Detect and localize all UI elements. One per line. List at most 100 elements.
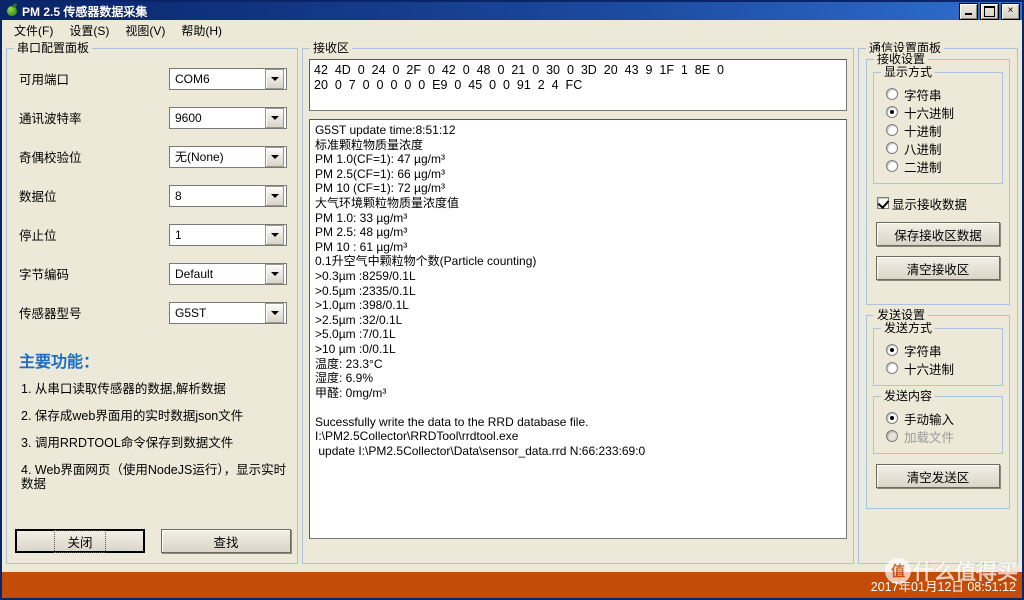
config-row-baudrate: 通讯波特率 9600 <box>15 98 289 137</box>
app-window: PM 2.5 传感器数据采集 × 文件(F) 设置(S) 视图(V) 帮助(H)… <box>0 0 1024 600</box>
radio-display-octal-label: 八进制 <box>904 142 942 157</box>
select-stop-bits[interactable]: 1 <box>169 223 287 246</box>
config-row-stopbits: 停止位 1 <box>15 215 289 254</box>
select-sensor-model[interactable]: G5ST <box>169 301 287 324</box>
menu-help[interactable]: 帮助(H) <box>173 20 230 41</box>
select-byte-encoding-value: Default <box>175 266 214 281</box>
send-mode-legend: 发送方式 <box>881 321 936 335</box>
radio-display-octal[interactable]: 八进制 <box>886 139 996 157</box>
radio-send-string-label: 字符串 <box>904 344 942 359</box>
config-row-sensor-model: 传感器型号 G5ST <box>15 293 289 332</box>
chevron-down-icon[interactable] <box>265 224 284 245</box>
feature-item-1: 1. 从串口读取传感器的数据,解析数据 <box>21 382 226 396</box>
radio-icon[interactable] <box>886 142 898 154</box>
radio-load-file: 加载文件 <box>886 427 996 445</box>
radio-display-string[interactable]: 字符串 <box>886 85 996 103</box>
send-mode-group: 发送方式 字符串 十六进制 <box>873 321 1003 386</box>
config-row-encoding: 字节编码 Default <box>15 254 289 293</box>
select-parity-bit-value: 无(None) <box>175 150 224 164</box>
maximize-button[interactable] <box>980 2 999 20</box>
select-available-port-value: COM6 <box>175 71 210 86</box>
radio-load-file-label: 加载文件 <box>904 430 955 445</box>
save-received-data-button[interactable]: 保存接收区数据 <box>876 222 1000 246</box>
label-baud-rate: 通讯波特率 <box>19 112 82 126</box>
clear-receive-area-label: 清空接收区 <box>906 262 970 277</box>
radio-icon[interactable] <box>886 88 898 100</box>
chevron-down-icon[interactable] <box>265 263 284 284</box>
close-app-button[interactable]: 关闭 <box>15 529 145 553</box>
radio-display-string-label: 字符串 <box>904 88 942 103</box>
config-row-parity: 奇偶校验位 无(None) <box>15 137 289 176</box>
radio-display-binary-label: 二进制 <box>904 160 942 175</box>
radio-icon-disabled <box>886 430 898 442</box>
radio-icon-selected[interactable] <box>886 344 898 356</box>
close-button[interactable]: × <box>1001 2 1020 20</box>
clear-send-area-button[interactable]: 清空发送区 <box>876 464 1000 488</box>
close-app-button-label: 关闭 <box>54 529 106 553</box>
radio-display-hex[interactable]: 十六进制 <box>886 103 996 121</box>
window-controls: × <box>959 2 1020 20</box>
feature-item-3: 3. 调用RRDTOOL命令保存到数据文件 <box>21 436 234 450</box>
select-available-port[interactable]: COM6 <box>169 67 287 90</box>
receive-area-panel: 接收区 42 4D 0 24 0 2F 0 42 0 48 0 21 0 30 … <box>302 41 854 564</box>
select-data-bits[interactable]: 8 <box>169 184 287 207</box>
radio-icon[interactable] <box>886 362 898 374</box>
radio-display-hex-label: 十六进制 <box>904 106 955 121</box>
radio-manual-input-label: 手动输入 <box>904 412 955 427</box>
clear-send-area-label: 清空发送区 <box>906 470 970 485</box>
send-content-group: 发送内容 手动输入 加载文件 <box>873 389 1003 454</box>
minimize-button[interactable] <box>959 2 978 20</box>
menu-file[interactable]: 文件(F) <box>6 20 61 41</box>
chevron-down-icon[interactable] <box>265 302 284 323</box>
feature-item-4: 4. Web界面网页（使用NodeJS运行），显示实时数据 <box>21 463 287 491</box>
menu-settings[interactable]: 设置(S) <box>61 20 117 41</box>
hex-data-display[interactable]: 42 4D 0 24 0 2F 0 42 0 48 0 21 0 30 0 3D… <box>309 59 847 111</box>
comm-settings-panel: 通信设置面板 接收设置 显示方式 字符串 十六进制 十进制 八进制 二进制 显示… <box>858 41 1018 564</box>
checkbox-show-received-label: 显示接收数据 <box>892 197 968 212</box>
chevron-down-icon[interactable] <box>265 107 284 128</box>
save-received-data-label: 保存接收区数据 <box>894 228 982 243</box>
radio-display-decimal[interactable]: 十进制 <box>886 121 996 139</box>
radio-send-string[interactable]: 字符串 <box>886 341 996 359</box>
checkbox-show-received[interactable]: 显示接收数据 <box>877 194 1003 212</box>
receive-area-legend: 接收区 <box>310 41 353 55</box>
radio-icon[interactable] <box>886 160 898 172</box>
clear-receive-area-button[interactable]: 清空接收区 <box>876 256 1000 280</box>
radio-icon-selected[interactable] <box>886 106 898 118</box>
radio-icon[interactable] <box>886 124 898 136</box>
label-sensor-model: 传感器型号 <box>19 307 82 321</box>
receive-settings-group: 接收设置 显示方式 字符串 十六进制 十进制 八进制 二进制 显示接收数据 保存… <box>866 52 1010 305</box>
label-available-port: 可用端口 <box>19 73 70 87</box>
select-stop-bits-value: 1 <box>175 227 182 242</box>
checkbox-icon-checked[interactable] <box>877 197 889 209</box>
main-content: 串口配置面板 可用端口 COM6 通讯波特率 9600 奇偶校验位 无(None… <box>2 41 1022 572</box>
radio-send-hex[interactable]: 十六进制 <box>886 359 996 377</box>
menu-view[interactable]: 视图(V) <box>117 20 173 41</box>
select-data-bits-value: 8 <box>175 188 182 203</box>
send-content-legend: 发送内容 <box>881 389 936 403</box>
radio-send-hex-label: 十六进制 <box>904 362 955 377</box>
find-button[interactable]: 查找 <box>161 529 291 553</box>
display-mode-legend: 显示方式 <box>881 65 936 79</box>
label-byte-encoding: 字节编码 <box>19 268 70 282</box>
minimize-icon <box>960 4 977 19</box>
chevron-down-icon[interactable] <box>265 185 284 206</box>
select-byte-encoding[interactable]: Default <box>169 262 287 285</box>
receive-log-textarea[interactable]: G5ST update time:8:51:12 标准颗粒物质量浓度 PM 1.… <box>309 119 847 539</box>
chevron-down-icon[interactable] <box>265 68 284 89</box>
maximize-icon <box>981 4 998 19</box>
window-title: PM 2.5 传感器数据采集 <box>22 4 148 19</box>
select-parity-bit[interactable]: 无(None) <box>169 145 287 168</box>
radio-display-decimal-label: 十进制 <box>904 124 942 139</box>
radio-display-binary[interactable]: 二进制 <box>886 157 996 175</box>
radio-icon-selected[interactable] <box>886 412 898 424</box>
chevron-down-icon[interactable] <box>265 146 284 167</box>
label-stop-bits: 停止位 <box>19 229 57 243</box>
select-baud-rate[interactable]: 9600 <box>169 106 287 129</box>
feature-item-2: 2. 保存成web界面用的实时数据json文件 <box>21 409 244 423</box>
label-data-bits: 数据位 <box>19 190 57 204</box>
radio-manual-input[interactable]: 手动输入 <box>886 409 996 427</box>
config-row-port: 可用端口 COM6 <box>15 59 289 98</box>
send-settings-legend: 发送设置 <box>874 308 929 322</box>
receive-settings-legend: 接收设置 <box>874 52 929 66</box>
